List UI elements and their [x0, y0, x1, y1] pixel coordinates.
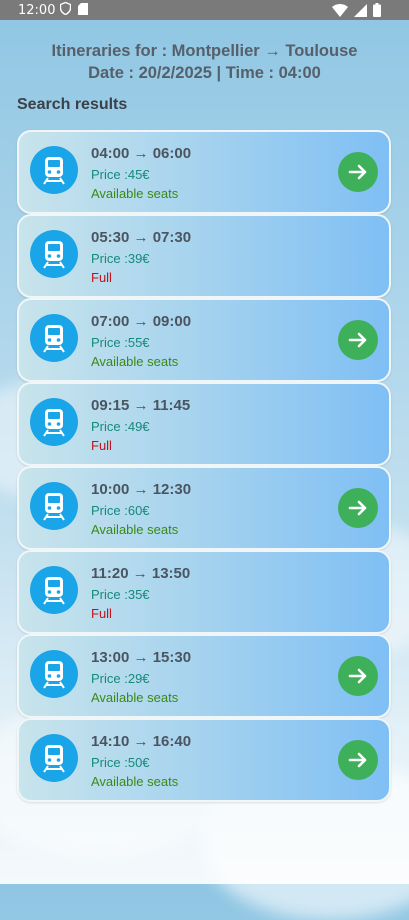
result-card[interactable]: 05:30 → 07:30 Price :39€ Full — [17, 214, 391, 298]
availability-status: Available seats — [91, 354, 179, 369]
departure-arrival-times: 13:00 → 15:30 — [91, 649, 192, 666]
departure-arrival-times: 07:00 → 09:00 — [91, 313, 192, 330]
result-card[interactable]: 07:00 → 09:00 Price :55€ Available seats — [17, 298, 391, 382]
availability-status: Full — [91, 438, 112, 453]
result-card[interactable]: 10:00 → 12:30 Price :60€ Available seats — [17, 466, 391, 550]
route-title: Itineraries for : Montpellier → Toulouse — [51, 42, 358, 60]
availability-status: Available seats — [91, 774, 179, 789]
price-label: Price :35€ — [91, 587, 150, 602]
price-label: Price :55€ — [91, 335, 150, 350]
availability-status: Full — [91, 606, 112, 621]
departure-arrival-times: 14:10 → 16:40 — [91, 733, 192, 750]
result-card[interactable]: 13:00 → 15:30 Price :29€ Available seats — [17, 634, 391, 718]
price-label: Price :39€ — [91, 251, 150, 266]
price-label: Price :29€ — [91, 671, 150, 686]
train-icon — [30, 146, 78, 194]
availability-status: Full — [91, 270, 112, 285]
availability-status: Available seats — [91, 186, 179, 201]
arrow-right-icon[interactable] — [338, 488, 378, 528]
arrow-right-icon[interactable] — [338, 656, 378, 696]
departure-arrival-times: 04:00 → 06:00 — [91, 145, 192, 162]
arrow-right-icon[interactable] — [338, 152, 378, 192]
result-card[interactable]: 14:10 → 16:40 Price :50€ Available seats — [17, 718, 391, 802]
status-time: 12:00 — [18, 2, 56, 18]
result-card[interactable]: 09:15 → 11:45 Price :49€ Full — [17, 382, 391, 466]
train-icon — [30, 734, 78, 782]
train-icon — [30, 650, 78, 698]
departure-arrival-times: 10:00 → 12:30 — [91, 481, 192, 498]
departure-arrival-times: 11:20 → 13:50 — [91, 565, 191, 582]
price-label: Price :49€ — [91, 419, 150, 434]
price-label: Price :45€ — [91, 167, 150, 182]
signal-icon — [354, 3, 367, 20]
result-card[interactable]: 11:20 → 13:50 Price :35€ Full — [17, 550, 391, 634]
train-icon — [30, 314, 78, 362]
status-bar: 12:00 — [0, 0, 409, 20]
search-results-title: Search results — [17, 96, 128, 113]
arrow-right-icon[interactable] — [338, 740, 378, 780]
sd-card-icon — [78, 2, 89, 18]
shield-icon — [60, 1, 72, 18]
departure-arrival-times: 05:30 → 07:30 — [91, 229, 192, 246]
train-icon — [30, 482, 78, 530]
availability-status: Available seats — [91, 690, 179, 705]
price-label: Price :50€ — [91, 755, 150, 770]
train-icon — [30, 566, 78, 614]
wifi-icon — [332, 3, 348, 20]
date-time-subtitle: Date : 20/2/2025 | Time : 04:00 — [88, 64, 321, 82]
itinerary-header: Itineraries for : Montpellier → Toulouse… — [0, 40, 409, 84]
departure-arrival-times: 09:15 → 11:45 — [91, 397, 191, 414]
battery-icon — [373, 3, 381, 20]
price-label: Price :60€ — [91, 503, 150, 518]
train-icon — [30, 398, 78, 446]
result-card[interactable]: 04:00 → 06:00 Price :45€ Available seats — [17, 130, 391, 214]
availability-status: Available seats — [91, 522, 179, 537]
train-icon — [30, 230, 78, 278]
arrow-right-icon[interactable] — [338, 320, 378, 360]
